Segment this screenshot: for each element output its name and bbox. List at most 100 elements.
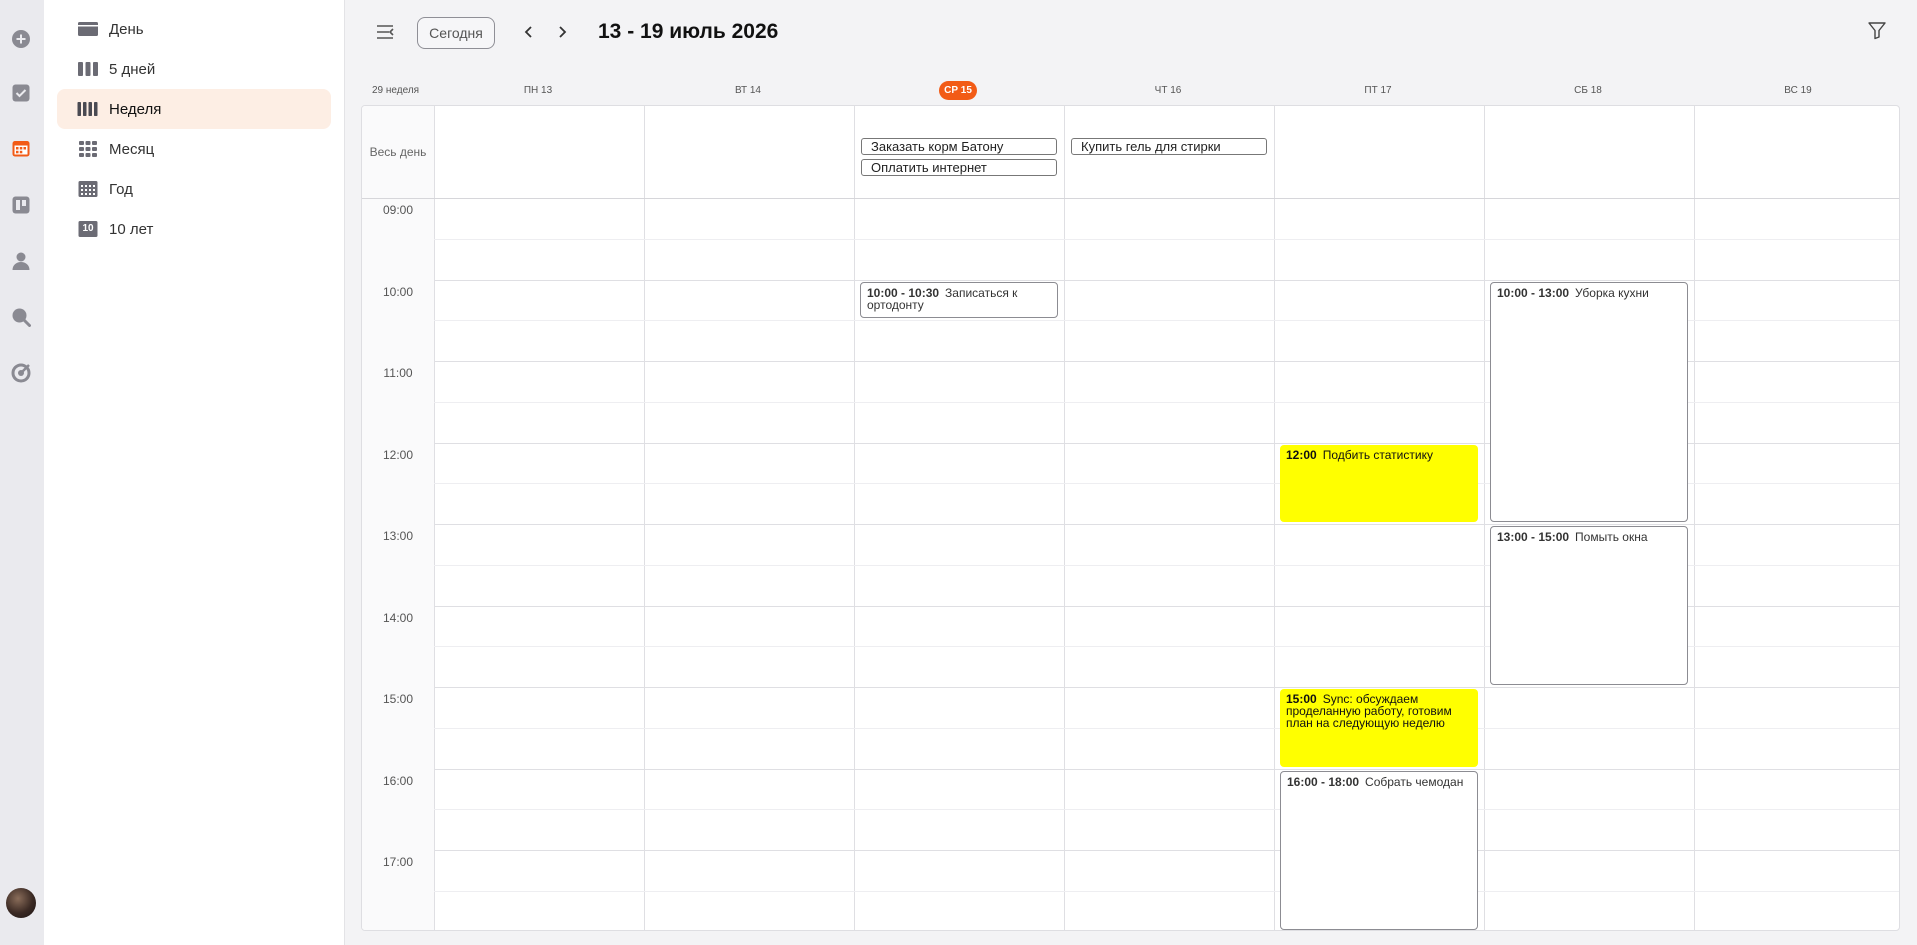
- allday-event[interactable]: Купить гель для стирки: [1071, 138, 1267, 155]
- calendar-event[interactable]: 16:00 - 18:00 Собрать чемодан: [1280, 770, 1478, 930]
- day-headers: 29 неделя ПН 13 ВТ 14 СР 15 ЧТ 16 ПТ 17 СБ 18…: [345, 80, 1917, 100]
- column-divider: [1064, 106, 1065, 930]
- day-header-label: СБ 18: [1574, 85, 1602, 96]
- event-time: 13:00 - 15:00: [1497, 530, 1570, 544]
- view-item-month[interactable]: Месяц: [57, 129, 331, 169]
- allday-label: Весь день: [362, 106, 434, 198]
- check-square-icon[interactable]: [8, 80, 34, 106]
- column-divider: [854, 106, 855, 930]
- hour-label: 15:00: [382, 692, 414, 706]
- next-week-button[interactable]: [550, 20, 574, 44]
- allday-event[interactable]: Оплатить интернет: [861, 159, 1057, 176]
- date-range-title: 13 - 19 июль 2026: [598, 20, 779, 43]
- view-item-10-years[interactable]: 10 10 лет: [57, 209, 331, 249]
- hour-label: 11:00: [383, 366, 413, 380]
- allday-divider: [362, 198, 1899, 199]
- allday-event[interactable]: Заказать корм Батону: [861, 138, 1057, 155]
- week-number: 29 неделя: [372, 85, 420, 96]
- column-divider: [434, 106, 435, 930]
- view-item-5-days[interactable]: 5 дней: [57, 49, 331, 89]
- five-day-view-icon: [77, 60, 99, 78]
- decade-view-icon: 10: [77, 220, 99, 238]
- filter-icon[interactable]: [1867, 20, 1891, 44]
- column-divider: [1694, 106, 1695, 930]
- view-sidebar: День 5 дней Неделя Месяц Год 10 10 лет: [44, 0, 345, 945]
- view-item-day[interactable]: День: [57, 9, 331, 49]
- event-time: 12:00: [1286, 447, 1317, 462]
- search-icon[interactable]: [8, 304, 34, 330]
- view-item-label: 5 дней: [109, 60, 156, 78]
- collapse-sidebar-icon[interactable]: [373, 20, 397, 44]
- calendar-event[interactable]: 10:00 - 13:00 Уборка кухни: [1490, 281, 1688, 522]
- day-header[interactable]: ПН 13: [433, 85, 643, 96]
- day-header-label: ВС 19: [1784, 85, 1812, 96]
- hour-label: 12:00: [382, 447, 414, 462]
- event-title: Собрать чемодан: [1365, 774, 1464, 789]
- half-hour-line: [434, 809, 1899, 811]
- calendar-icon[interactable]: [8, 135, 34, 161]
- column-divider: [1484, 106, 1485, 930]
- day-header[interactable]: ЧТ 16: [1063, 85, 1273, 96]
- target-icon[interactable]: [8, 360, 34, 386]
- view-item-label: День: [109, 20, 144, 38]
- day-header[interactable]: ПТ 17: [1273, 85, 1483, 96]
- calendar-event[interactable]: 13:00 - 15:00 Помыть окна: [1490, 526, 1688, 685]
- hour-line: [434, 524, 1899, 525]
- year-view-icon: [77, 180, 99, 198]
- day-header[interactable]: ВС 19: [1693, 85, 1903, 96]
- chevron-right-icon: [559, 26, 567, 38]
- event-time: 10:00 - 13:00: [1497, 285, 1570, 300]
- prev-week-button[interactable]: [517, 20, 541, 44]
- hour-line: [434, 687, 1899, 688]
- view-item-year[interactable]: Год: [57, 169, 331, 209]
- event-title: Уборка кухни: [1575, 285, 1649, 300]
- view-item-label: 10 лет: [109, 220, 154, 238]
- column-divider: [644, 106, 645, 930]
- decade-badge-text: 10: [82, 223, 94, 234]
- week-view-icon: [77, 100, 99, 118]
- time-column: 09:00 10:00 11:00 12:00 13:00 14:00 15:00 16:00…: [362, 198, 434, 930]
- half-hour-line: [434, 890, 1899, 892]
- toolbar: Сегодня 13 - 19 июль 2026: [345, 0, 1917, 66]
- event-title: Помыть окна: [1575, 530, 1648, 544]
- kanban-board-icon[interactable]: [8, 192, 34, 218]
- day-header-label: ПН 13: [523, 85, 553, 96]
- person-icon[interactable]: [8, 248, 34, 274]
- plus-circle-icon[interactable]: [8, 26, 34, 52]
- day-header-label: ЧТ 16: [1154, 85, 1182, 96]
- hour-label: 13:00: [382, 529, 414, 543]
- today-button[interactable]: Сегодня: [417, 17, 495, 49]
- hour-label: 16:00: [382, 773, 414, 788]
- hour-label: 17:00: [382, 855, 414, 869]
- chevron-left-icon: [524, 26, 532, 38]
- event-title: Подбить статистику: [1322, 447, 1433, 462]
- day-header-label: ПТ 17: [1364, 85, 1392, 96]
- view-item-label: Месяц: [109, 140, 155, 158]
- month-view-icon: [77, 140, 99, 158]
- hour-line: [434, 768, 1899, 770]
- hour-line: [434, 279, 1899, 281]
- hour-label: 09:00: [382, 203, 414, 217]
- column-divider: [1274, 106, 1275, 930]
- view-item-label: Год: [109, 180, 133, 198]
- day-header[interactable]: СБ 18: [1483, 85, 1693, 96]
- calendar-event[interactable]: 10:00 - 10:30 Записаться к ортодонту: [860, 281, 1058, 319]
- day-header[interactable]: ВТ 14: [643, 85, 853, 96]
- app-rail: [0, 0, 44, 945]
- calendar-main: Сегодня 13 - 19 июль 2026 29 неделя ПН 1…: [345, 0, 1917, 945]
- day-header-label: СР 15: [939, 81, 977, 100]
- day-header-label: ВТ 14: [734, 85, 761, 96]
- view-item-week[interactable]: Неделя: [57, 89, 331, 129]
- hour-label: 10:00: [382, 284, 414, 299]
- day-header[interactable]: СР 15: [853, 81, 1063, 100]
- event-time: 16:00 - 18:00: [1287, 774, 1360, 789]
- calendar-event[interactable]: 15:00 Sync: обсуждаем проделанную работу,…: [1280, 689, 1478, 767]
- half-hour-line: [434, 727, 1899, 729]
- day-view-icon: [77, 20, 99, 38]
- view-item-label: Неделя: [109, 100, 162, 118]
- hour-label: 14:00: [382, 610, 414, 625]
- calendar-event[interactable]: 12:00 Подбить статистику: [1280, 444, 1478, 522]
- hour-line: [434, 850, 1899, 851]
- avatar[interactable]: [6, 888, 36, 918]
- half-hour-line: [434, 238, 1899, 240]
